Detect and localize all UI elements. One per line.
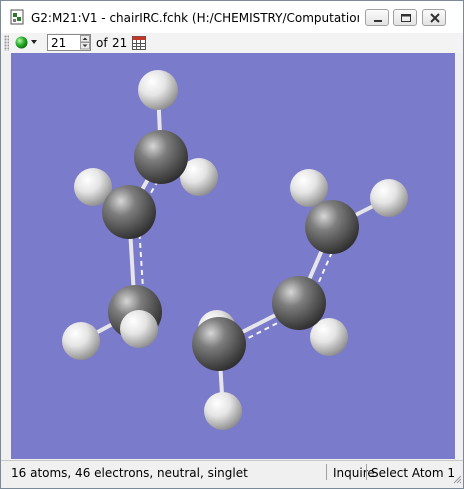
status-separator bbox=[366, 464, 367, 480]
carbon-atom-14[interactable] bbox=[192, 317, 246, 371]
hydrogen-atom-1[interactable] bbox=[138, 70, 178, 110]
hydrogen-atom-16[interactable] bbox=[204, 392, 242, 430]
hydrogen-atom-8[interactable] bbox=[120, 310, 158, 348]
carbon-atom-12[interactable] bbox=[272, 276, 326, 330]
mode-text: Inquire bbox=[333, 466, 375, 480]
status-separator bbox=[326, 464, 327, 480]
status-light-icon[interactable] bbox=[15, 36, 28, 49]
gaussview-document-icon bbox=[10, 9, 24, 25]
status-bar: 16 atoms, 46 electrons, neutral, singlet… bbox=[1, 460, 463, 485]
close-icon bbox=[430, 13, 440, 23]
of-label: of bbox=[96, 36, 108, 50]
resize-grip-icon[interactable] bbox=[452, 474, 462, 484]
carbon-atom-11[interactable] bbox=[305, 200, 359, 254]
carbon-atom-5[interactable] bbox=[102, 185, 156, 239]
maximize-button[interactable] bbox=[393, 9, 417, 26]
toolbar-grip[interactable] bbox=[4, 35, 9, 51]
window-title: G2:M21:V1 - chairIRC.fchk (H:/CHEMISTRY/… bbox=[31, 11, 359, 25]
action-text: Select Atom 1 bbox=[371, 466, 456, 480]
total-structures-label: 21 bbox=[112, 36, 128, 50]
title-bar[interactable]: G2:M21:V1 - chairIRC.fchk (H:/CHEMISTRY/… bbox=[1, 1, 463, 33]
molecule-viewport[interactable] bbox=[11, 53, 455, 459]
close-button[interactable] bbox=[422, 9, 446, 26]
hydrogen-atom-9[interactable] bbox=[290, 169, 328, 207]
atoms bbox=[62, 70, 408, 430]
molecule-view[interactable] bbox=[11, 53, 455, 459]
status-dropdown-arrow-icon[interactable] bbox=[31, 40, 37, 45]
spreadsheet-icon[interactable] bbox=[131, 35, 147, 51]
hydrogen-atom-10[interactable] bbox=[370, 179, 408, 217]
hydrogen-atom-7[interactable] bbox=[62, 322, 100, 360]
minimize-icon bbox=[374, 20, 382, 22]
toolbar: of 21 bbox=[1, 33, 463, 53]
structure-spinner-icon[interactable] bbox=[80, 35, 90, 50]
carbon-atom-2[interactable] bbox=[134, 130, 188, 184]
molecule-info-text: 16 atoms, 46 electrons, neutral, singlet bbox=[11, 466, 248, 480]
maximize-icon bbox=[401, 14, 411, 22]
app-window: G2:M21:V1 - chairIRC.fchk (H:/CHEMISTRY/… bbox=[0, 0, 464, 489]
minimize-button[interactable] bbox=[365, 9, 389, 26]
